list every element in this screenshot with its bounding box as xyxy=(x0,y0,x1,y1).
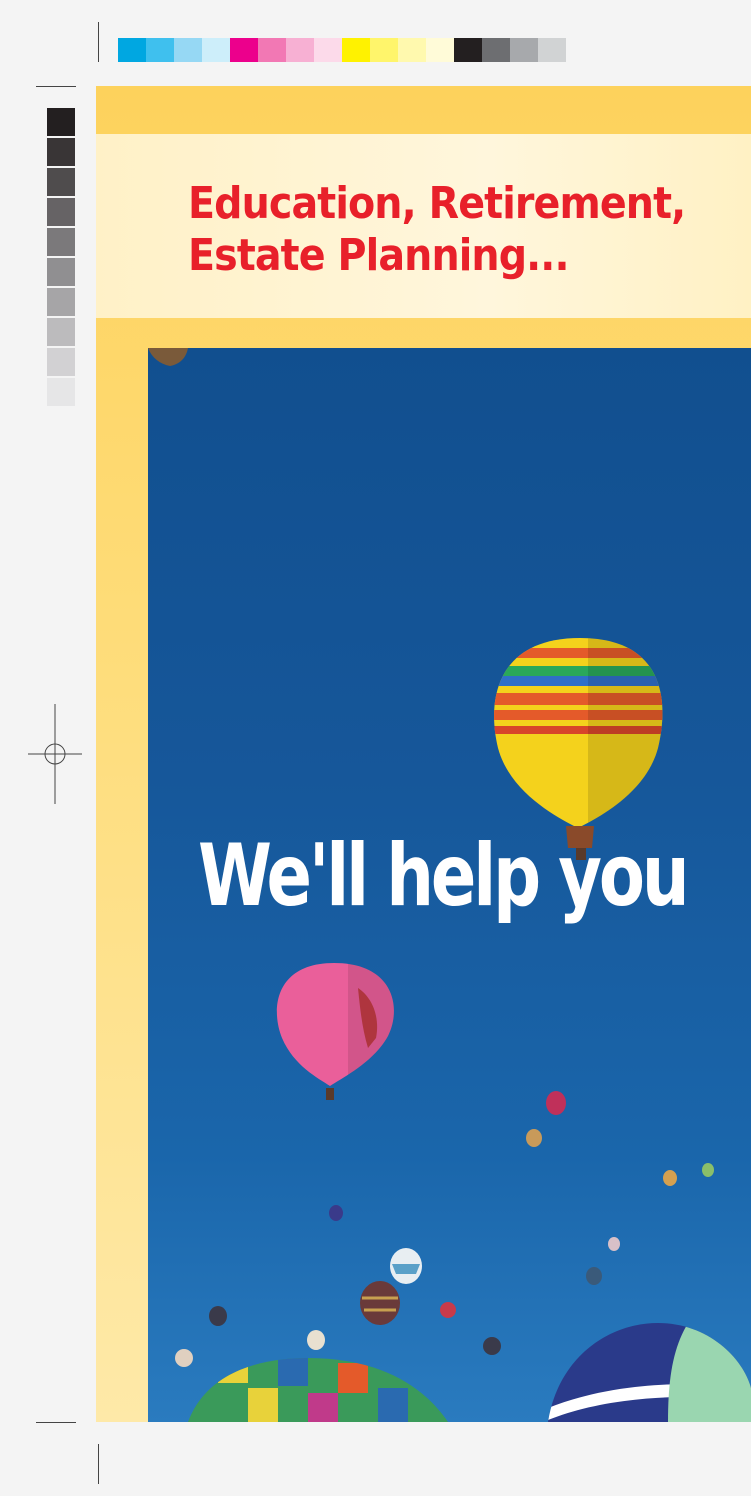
color-swatch xyxy=(314,38,342,62)
color-swatch xyxy=(258,38,286,62)
color-swatch xyxy=(146,38,174,62)
pink-balloon xyxy=(276,963,394,1086)
headline: Education, Retirement, Estate Planning..… xyxy=(188,178,686,281)
bottom-right-balloon xyxy=(548,1323,751,1422)
color-swatch xyxy=(342,38,370,62)
color-swatch xyxy=(286,38,314,62)
trim-line-top-horizontal xyxy=(36,86,76,87)
gray-swatch xyxy=(47,138,75,166)
color-bar xyxy=(118,38,566,62)
bottom-left-balloon xyxy=(188,1358,448,1422)
color-swatch xyxy=(118,38,146,62)
color-swatch xyxy=(510,38,538,62)
gray-swatch xyxy=(47,348,75,376)
balloon-top-edge xyxy=(148,348,188,366)
color-swatch xyxy=(370,38,398,62)
gray-swatch xyxy=(47,318,75,346)
gray-swatch xyxy=(47,288,75,316)
gray-swatch xyxy=(47,108,75,136)
gray-swatch xyxy=(47,378,75,406)
gray-swatch xyxy=(47,198,75,226)
color-swatch xyxy=(426,38,454,62)
color-swatch xyxy=(174,38,202,62)
trim-line-bottom-horizontal xyxy=(36,1422,76,1423)
color-swatch xyxy=(454,38,482,62)
balloon-photo: We'll help you xyxy=(148,348,751,1422)
registration-mark-icon xyxy=(28,704,82,804)
color-swatch xyxy=(202,38,230,62)
trim-line-bottom-vertical xyxy=(98,1444,99,1484)
grayscale-bar xyxy=(47,108,75,408)
color-swatch xyxy=(538,38,566,62)
gray-swatch xyxy=(47,228,75,256)
color-swatch xyxy=(482,38,510,62)
trim-line-top-vertical xyxy=(98,22,99,62)
color-swatch xyxy=(398,38,426,62)
gray-swatch xyxy=(47,258,75,286)
color-swatch xyxy=(230,38,258,62)
striped-balloon xyxy=(494,638,663,828)
tagline: We'll help you xyxy=(198,826,690,926)
gray-swatch xyxy=(47,168,75,196)
